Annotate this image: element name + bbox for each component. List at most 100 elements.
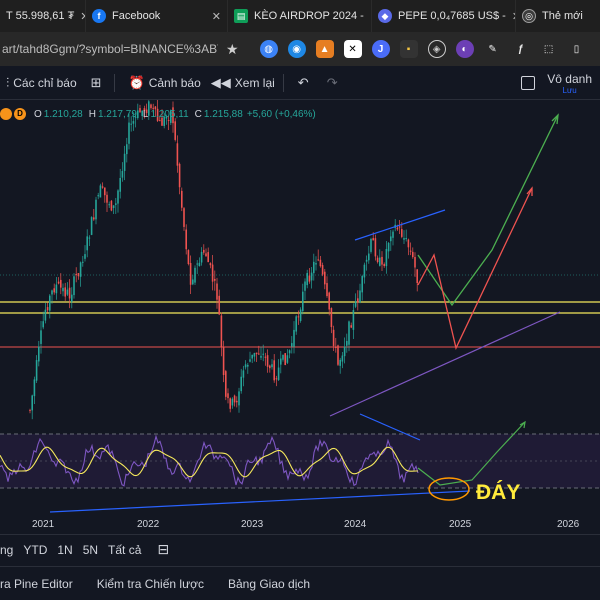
url-field[interactable]: art/tahd8Ggm/?symbol=BINANCE%3ABTC... — [0, 42, 218, 56]
moon-ext-icon[interactable]: ◐ — [455, 40, 474, 58]
day-annotation[interactable]: ĐÁY — [476, 481, 520, 504]
timeframe-all[interactable]: Tất cả — [108, 543, 141, 557]
price-chart[interactable]: 2021 2022 2023 2024 2025 2026 ĐÁY — [0, 100, 600, 532]
candle-body — [222, 347, 225, 376]
low-label: L — [142, 108, 149, 120]
date-range-icon[interactable]: ⊟ — [157, 541, 169, 558]
candle-body — [49, 295, 51, 311]
timeframe-partial[interactable]: ng — [0, 543, 13, 557]
candle-body — [304, 281, 306, 291]
undo-button[interactable]: ↶ — [298, 75, 313, 91]
tab-strategy-tester[interactable]: Kiểm tra Chiến lược — [97, 577, 204, 591]
close-tab-icon[interactable]: ✕ — [364, 10, 371, 23]
metamask-ext-icon[interactable]: ◍ — [259, 40, 278, 58]
candle-body — [183, 208, 185, 227]
candle-body — [66, 289, 69, 295]
close-tab-icon[interactable]: ✕ — [506, 10, 515, 23]
binance-ext-icon[interactable]: ◉ — [287, 40, 306, 58]
interval-badge[interactable]: D — [14, 108, 26, 120]
candle-body — [341, 355, 344, 362]
compass-ext-icon[interactable]: ◈ — [427, 40, 446, 58]
candle-body — [310, 272, 313, 281]
timeframe-ytd[interactable]: YTD — [23, 543, 47, 557]
indicators-label: Các chỉ báo — [13, 75, 77, 90]
candle-body — [269, 365, 271, 369]
candle-body — [326, 283, 328, 297]
candle-body — [90, 217, 93, 235]
close-value: 1.215,88 — [203, 108, 243, 120]
candle-body — [31, 395, 33, 411]
save-layout-button[interactable]: Vô danh Lưu — [547, 72, 592, 95]
layout-name: Vô danh — [547, 72, 592, 86]
candle-body — [218, 295, 220, 315]
candle-body — [286, 355, 289, 363]
candle-body — [205, 253, 207, 257]
candle-body — [385, 248, 388, 267]
tab-title: T 55.998,61 ₮ — [6, 10, 75, 22]
close-tab-icon[interactable]: ✕ — [74, 10, 85, 23]
candle-body — [260, 355, 262, 358]
sidebar-ext-icon[interactable]: ▯ — [568, 40, 586, 58]
candle-body — [35, 360, 38, 381]
candle-body — [339, 359, 341, 366]
candle-body — [77, 273, 80, 277]
cross-ext-icon[interactable]: ✕ — [343, 40, 362, 58]
candle-body — [352, 310, 355, 330]
candle-body — [368, 253, 370, 261]
fx-ext-icon[interactable]: ƒ — [512, 40, 530, 58]
candle-body — [291, 343, 293, 347]
candle-body — [306, 272, 308, 286]
chart-canvas[interactable]: 2021 2022 2023 2024 2025 2026 ĐÁY — [0, 100, 600, 532]
eyedropper-ext-icon[interactable]: ✎ — [484, 40, 502, 58]
candle-body — [363, 264, 366, 278]
divider — [113, 73, 115, 92]
tab-title: PEPE 0,0₄7685 US$ - — [398, 10, 506, 22]
tab-trading-panel[interactable]: Bảng Giao dịch — [228, 577, 310, 591]
divider — [282, 73, 284, 92]
blue-upper-trendline — [354, 209, 446, 241]
candle-body — [383, 264, 385, 266]
candle-body — [216, 283, 218, 300]
candle-body — [79, 262, 82, 277]
fox-ext-icon[interactable]: ▲ — [315, 40, 334, 58]
browser-tab[interactable]: T 55.998,61 ₮ ✕ — [0, 0, 86, 32]
candle-body — [119, 177, 121, 192]
puzzle-ext-icon[interactable]: ⬚ — [540, 40, 558, 58]
replay-button[interactable]: ◀◀ Xem lại — [211, 75, 275, 91]
browser-tab-pepe[interactable]: ◆ PEPE 0,0₄7685 US$ - ✕ — [372, 0, 516, 32]
browser-tab-facebook[interactable]: f Facebook ✕ — [86, 0, 228, 32]
purple-support-trendline — [329, 311, 561, 417]
candle-body — [398, 226, 401, 228]
candle-body — [176, 143, 179, 166]
ad-ext-icon[interactable]: ▪ — [399, 40, 418, 58]
candle-body — [372, 238, 374, 241]
layout-checkbox[interactable] — [521, 76, 536, 90]
candle-body — [392, 231, 394, 238]
timeframe-1y[interactable]: 1N — [57, 543, 72, 557]
close-tab-icon[interactable]: ✕ — [206, 10, 221, 23]
candle-body — [295, 316, 297, 332]
oscillator-background — [0, 433, 600, 489]
candle-body — [328, 292, 330, 310]
alert-button[interactable]: ⏰ Cảnh báo — [129, 75, 201, 91]
candle-body — [185, 229, 187, 250]
bookmark-star-icon[interactable]: ★ — [226, 41, 239, 58]
candle-body — [101, 186, 104, 188]
browser-tab-new[interactable]: ◎ Thẻ mới — [516, 0, 600, 32]
candle-body — [38, 346, 40, 362]
candle-body — [416, 269, 418, 284]
j-ext-icon[interactable]: J — [371, 40, 390, 58]
candle-body — [396, 227, 399, 230]
candle-body — [258, 353, 260, 355]
browser-tab-sheets[interactable]: ▤ KÈO AIRDROP 2024 - ✕ — [228, 0, 372, 32]
candle-body — [414, 256, 416, 268]
timeframe-5y[interactable]: 5N — [83, 543, 98, 557]
indicators-button[interactable]: ⫶ Các chỉ báo — [6, 75, 77, 91]
layout-button[interactable]: ⊞ — [91, 75, 106, 91]
candle-body — [88, 237, 91, 239]
candle-body — [357, 298, 359, 303]
tab-pine-editor[interactable]: ra Pine Editor — [0, 577, 73, 591]
candle-body — [332, 329, 335, 346]
redo-button[interactable]: ↷ — [327, 75, 342, 91]
candle-body — [104, 187, 106, 196]
